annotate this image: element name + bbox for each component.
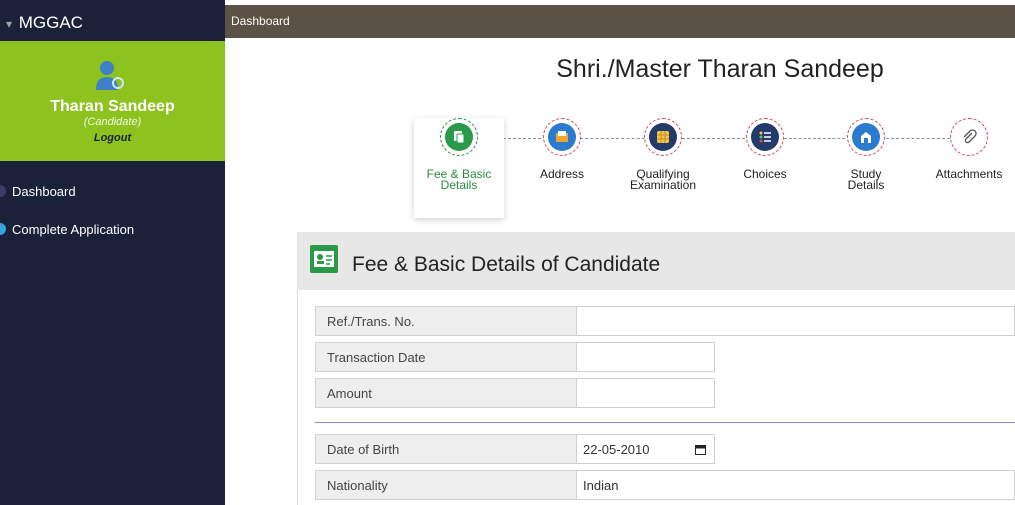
step-circle — [440, 118, 478, 156]
step-study-details[interactable]: Study Details — [821, 118, 911, 191]
paperclip-icon — [955, 123, 983, 151]
field-label-date-of-birth: Date of Birth — [315, 434, 577, 464]
panel-title: Fee & Basic Details of Candidate — [352, 253, 661, 276]
page-title: Shri./Master Tharan Sandeep — [556, 55, 884, 83]
field-label-transaction-date: Transaction Date — [315, 342, 577, 372]
step-label: Study Details — [847, 167, 885, 192]
application-page: ▾ MGGAC Tharan Sandeep (Candidate) Logou… — [0, 0, 1015, 505]
check-icon — [0, 223, 6, 235]
sidebar-item-label: Dashboard — [12, 184, 76, 199]
chevron-icon: ▾ — [6, 17, 13, 31]
sidebar-item-complete-application[interactable]: Complete Application — [0, 222, 225, 244]
grid-icon — [649, 123, 677, 151]
step-label: Address — [539, 167, 585, 181]
profile-card: Tharan Sandeep (Candidate) Logout — [0, 41, 225, 161]
step-fee-basic-details[interactable]: Fee & Basic Details — [414, 118, 504, 218]
profile-role: (Candidate) — [83, 116, 142, 128]
document-icon — [445, 123, 473, 151]
logout-link[interactable]: Logout — [0, 132, 225, 144]
step-circle — [543, 118, 581, 156]
breadcrumb[interactable]: Dashboard — [231, 14, 290, 28]
field-label-nationality: Nationality — [315, 470, 577, 500]
nationality-input[interactable]: Indian — [576, 470, 1015, 500]
amount-input[interactable] — [576, 378, 715, 408]
panel-header: Fee & Basic Details of Candidate — [297, 232, 1015, 290]
brand-title: MGGAC — [18, 13, 83, 32]
date-of-birth-input[interactable]: 22-05-2010 — [576, 434, 715, 464]
section-divider — [315, 422, 1015, 423]
field-label-ref-trans-no: Ref./Trans. No. — [315, 306, 577, 336]
list-icon — [751, 123, 779, 151]
date-of-birth-value: 22-05-2010 — [583, 442, 650, 457]
step-address[interactable]: Address — [517, 118, 607, 180]
id-card-icon — [310, 245, 338, 273]
step-attachments[interactable]: Attachments — [924, 118, 1014, 180]
step-circle — [644, 118, 682, 156]
top-bar: Dashboard — [225, 5, 1015, 38]
step-label: Choices — [743, 167, 787, 181]
step-label: Qualifying Examination — [629, 167, 697, 192]
transaction-date-input[interactable] — [576, 342, 715, 372]
building-icon — [852, 123, 880, 151]
brand[interactable]: ▾ MGGAC — [0, 5, 225, 40]
address-card-icon — [548, 123, 576, 151]
step-choices[interactable]: Choices — [720, 118, 810, 180]
step-label: Attachments — [935, 167, 1003, 181]
sidebar-item-dashboard[interactable]: Dashboard — [0, 184, 225, 206]
field-label-amount: Amount — [315, 378, 577, 408]
step-qualifying-examination[interactable]: Qualifying Examination — [618, 118, 708, 191]
step-label: Fee & Basic Details — [426, 167, 492, 192]
ref-trans-no-input[interactable] — [576, 306, 1015, 336]
calendar-icon[interactable] — [695, 443, 706, 458]
profile-name: Tharan Sandeep — [50, 98, 175, 115]
step-circle — [746, 118, 784, 156]
step-circle — [950, 118, 988, 156]
sidebar-item-label: Complete Application — [12, 222, 135, 237]
dashboard-icon — [0, 185, 6, 197]
user-avatar-icon — [96, 61, 124, 90]
step-circle — [847, 118, 885, 156]
